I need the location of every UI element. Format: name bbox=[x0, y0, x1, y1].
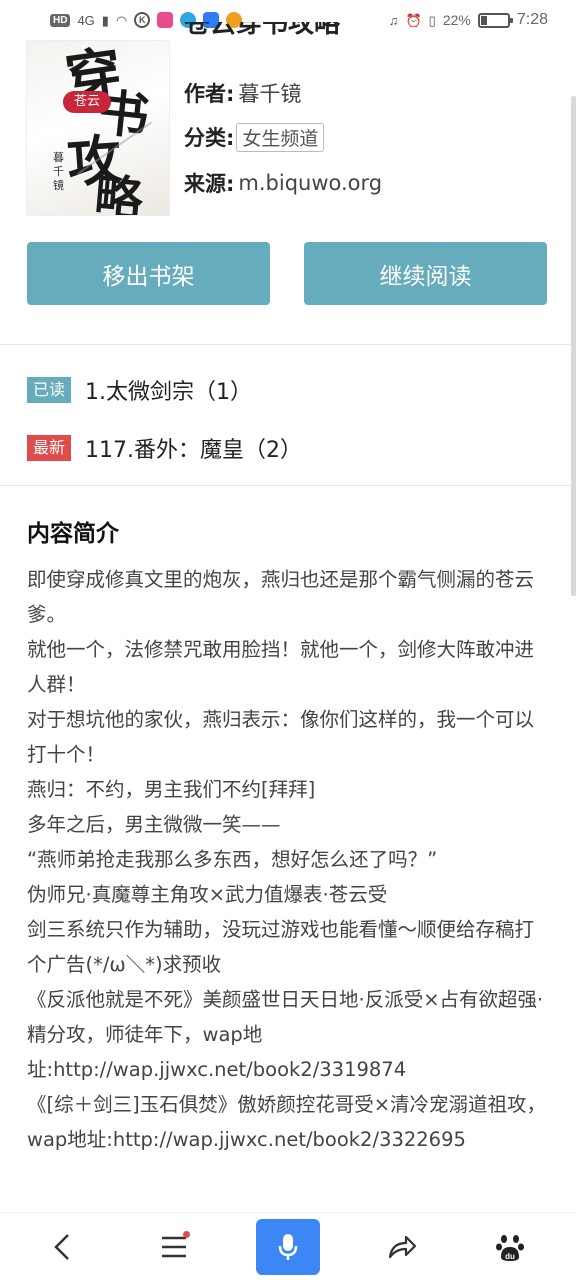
alarm-icon: ⏰ bbox=[405, 12, 422, 28]
cover-author: 暮千镜 bbox=[53, 151, 64, 192]
paw-icon: du bbox=[496, 1235, 524, 1261]
latest-chapter[interactable]: 最新 117.番外：魔皇（2） bbox=[27, 432, 302, 464]
remove-from-shelf-button[interactable]: 移出书架 bbox=[27, 242, 270, 305]
intro-line: 伪师兄·真魔尊主角攻×武力值爆表·苍云受 bbox=[27, 883, 388, 906]
status-right: ♫ ⏰ ▯ 22% 7:28 bbox=[389, 11, 548, 29]
category-tag[interactable]: 女生频道 bbox=[236, 122, 325, 152]
battery-icon bbox=[477, 12, 513, 28]
source-label: 来源: bbox=[184, 172, 235, 196]
cover-seal: 苍云 bbox=[63, 91, 111, 113]
source-url: m.biquwo.org bbox=[238, 171, 383, 195]
wifi-icon: ◠ bbox=[115, 12, 128, 28]
signal-icon: ▮ bbox=[101, 12, 109, 28]
voice-button-bg[interactable] bbox=[256, 1219, 320, 1275]
intro-line: 《[综＋剑三]玉石俱焚》傲娇颜控花哥受×清冷宠溺道祖攻，wap地址:http:/… bbox=[27, 1093, 547, 1151]
book-cover[interactable]: 穿 书 攻 略 苍云 暮千镜 bbox=[26, 40, 170, 216]
intro-line: 即使穿成修真文里的炮灰，燕归也还是那个霸气侧漏的苍云爹。 bbox=[27, 568, 535, 626]
divider bbox=[0, 344, 576, 345]
battery-percent: 22% bbox=[442, 12, 471, 28]
category-label: 分类: bbox=[184, 126, 235, 150]
new-badge: 最新 bbox=[27, 435, 72, 461]
video-app-icon bbox=[157, 12, 174, 28]
k-app-icon: K bbox=[134, 12, 151, 28]
scrollbar[interactable] bbox=[571, 96, 576, 596]
latest-chapter-title[interactable]: 117.番外：魔皇（2） bbox=[85, 432, 302, 464]
svg-text:du: du bbox=[505, 1252, 515, 1261]
menu-button[interactable] bbox=[142, 1213, 206, 1280]
intro-heading: 内容简介 bbox=[27, 521, 119, 547]
vibrate-icon: ▯ bbox=[428, 12, 436, 28]
notification-dot bbox=[183, 1231, 190, 1238]
last-read-chapter-title[interactable]: 1.太微剑宗（1） bbox=[85, 374, 252, 406]
intro-line: 对于想坑他的家伙，燕归表示：像你们这样的，我一个可以打十个！ bbox=[27, 708, 535, 766]
intro-line: 燕归：不约，男主我们不约[拜拜] bbox=[27, 778, 316, 801]
share-button[interactable] bbox=[370, 1213, 434, 1280]
author-name[interactable]: 暮千镜 bbox=[238, 78, 301, 108]
intro-body: 即使穿成修真文里的炮灰，燕归也还是那个霸气侧漏的苍云爹。 就他一个，法修禁咒敢用… bbox=[27, 562, 549, 1157]
divider bbox=[0, 485, 576, 486]
last-read-chapter[interactable]: 已读 1.太微剑宗（1） bbox=[27, 374, 252, 406]
intro-line: 剑三系统只作为辅助，没玩过游戏也能看懂～顺便给存稿打个广告(*/ω＼*)求预收 bbox=[27, 918, 535, 976]
back-icon bbox=[54, 1234, 69, 1260]
microphone-icon bbox=[278, 1234, 298, 1260]
back-button[interactable] bbox=[30, 1213, 94, 1280]
voice-search-button[interactable] bbox=[256, 1213, 320, 1280]
source-row: 来源: m.biquwo.org bbox=[184, 168, 382, 198]
author-label: 作者: bbox=[184, 82, 235, 106]
intro-line: 就他一个，法修禁咒敢用脸挡！就他一个，剑修大阵敢冲进人群！ bbox=[27, 638, 535, 696]
clock: 7:28 bbox=[516, 11, 548, 28]
headset-icon: ♫ bbox=[388, 12, 399, 28]
category-row: 分类: 女生频道 bbox=[184, 122, 325, 152]
continue-reading-button[interactable]: 继续阅读 bbox=[304, 242, 547, 305]
baidu-home-button[interactable]: du bbox=[478, 1213, 542, 1280]
read-badge: 已读 bbox=[27, 377, 72, 403]
bottom-nav: du bbox=[0, 1212, 576, 1280]
menu-icon bbox=[162, 1236, 186, 1258]
hd-icon: HD bbox=[50, 13, 71, 27]
intro-line: “燕师弟抢走我那么多东西，想好怎么还了吗？” bbox=[27, 848, 438, 871]
share-icon bbox=[388, 1235, 417, 1259]
intro-line: 多年之后，男主微微一笑—— bbox=[27, 813, 281, 836]
intro-line: 《反派他就是不死》美颜盛世日天日地·反派受×占有欲超强·精分攻，师徒年下，wap… bbox=[27, 988, 544, 1081]
network-type: 4G bbox=[77, 12, 95, 28]
author-row: 作者: 暮千镜 bbox=[184, 78, 301, 108]
